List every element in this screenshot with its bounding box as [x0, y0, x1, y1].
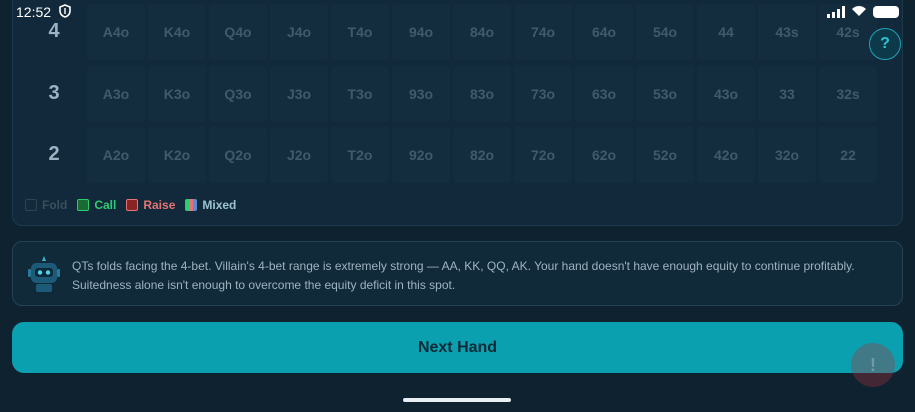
legend-mixed-label: Mixed: [202, 198, 237, 212]
grid-cell[interactable]: J3o: [270, 66, 328, 122]
legend: Fold Call Raise Mixed: [25, 198, 236, 212]
explanation-panel: QTs folds facing the 4-bet. Villain's 4-…: [12, 241, 903, 306]
grid-cell[interactable]: 63o: [575, 66, 633, 122]
legend-call-label: Call: [94, 198, 117, 212]
grid-cell[interactable]: 33: [758, 66, 816, 122]
battery-icon: [873, 6, 899, 18]
grid-cell[interactable]: K2o: [148, 127, 206, 183]
grid-cell[interactable]: 53o: [636, 66, 694, 122]
grid-cell[interactable]: A3o: [87, 66, 145, 122]
grid-cell[interactable]: Q2o: [209, 127, 267, 183]
grid-cell[interactable]: T3o: [331, 66, 389, 122]
home-indicator[interactable]: [403, 398, 511, 402]
legend-mixed: Mixed: [185, 198, 236, 212]
grid-cell[interactable]: 82o: [453, 127, 511, 183]
explanation-text: QTs folds facing the 4-bet. Villain's 4-…: [72, 259, 855, 292]
row-label-3: 3: [48, 82, 60, 104]
status-right: [827, 4, 899, 20]
grid-cell[interactable]: 73o: [514, 66, 572, 122]
legend-fold-label: Fold: [42, 198, 68, 212]
grid-cell[interactable]: 32s: [819, 66, 877, 122]
grid-cell[interactable]: 42o: [697, 127, 755, 183]
grid-cell[interactable]: 83o: [453, 66, 511, 122]
legend-raise: Raise: [126, 198, 175, 212]
shield-icon: [59, 3, 71, 21]
signal-icon: [827, 6, 845, 18]
call-swatch: [77, 199, 90, 211]
grid-cell[interactable]: 92o: [392, 127, 450, 183]
grid-cell[interactable]: 32o: [758, 127, 816, 183]
status-bar: 12:52: [0, 0, 915, 24]
grid-cell[interactable]: 43o: [697, 66, 755, 122]
feedback-fab[interactable]: !: [851, 343, 895, 387]
grid-cell[interactable]: 72o: [514, 127, 572, 183]
grid-cell[interactable]: 52o: [636, 127, 694, 183]
grid-cell[interactable]: J2o: [270, 127, 328, 183]
row-label-2: 2: [48, 143, 60, 165]
grid-cell[interactable]: 62o: [575, 127, 633, 183]
grid-cell[interactable]: 93o: [392, 66, 450, 122]
help-button[interactable]: ?: [869, 28, 901, 60]
raise-swatch: [126, 199, 139, 211]
grid-cell[interactable]: K3o: [148, 66, 206, 122]
grid-cell[interactable]: A2o: [87, 127, 145, 183]
mixed-swatch: [185, 199, 198, 211]
next-hand-button[interactable]: Next Hand: [12, 322, 903, 373]
grid-cell[interactable]: 22: [819, 127, 877, 183]
legend-fold: Fold: [25, 198, 67, 212]
legend-call: Call: [77, 198, 116, 212]
wifi-icon: [851, 4, 867, 20]
fold-swatch: [25, 199, 37, 211]
robot-icon: [27, 254, 61, 294]
legend-raise-label: Raise: [143, 198, 176, 212]
grid-cell[interactable]: T2o: [331, 127, 389, 183]
clock: 12:52: [16, 4, 52, 20]
status-left: 12:52: [16, 3, 71, 21]
grid-cell[interactable]: Q3o: [209, 66, 267, 122]
